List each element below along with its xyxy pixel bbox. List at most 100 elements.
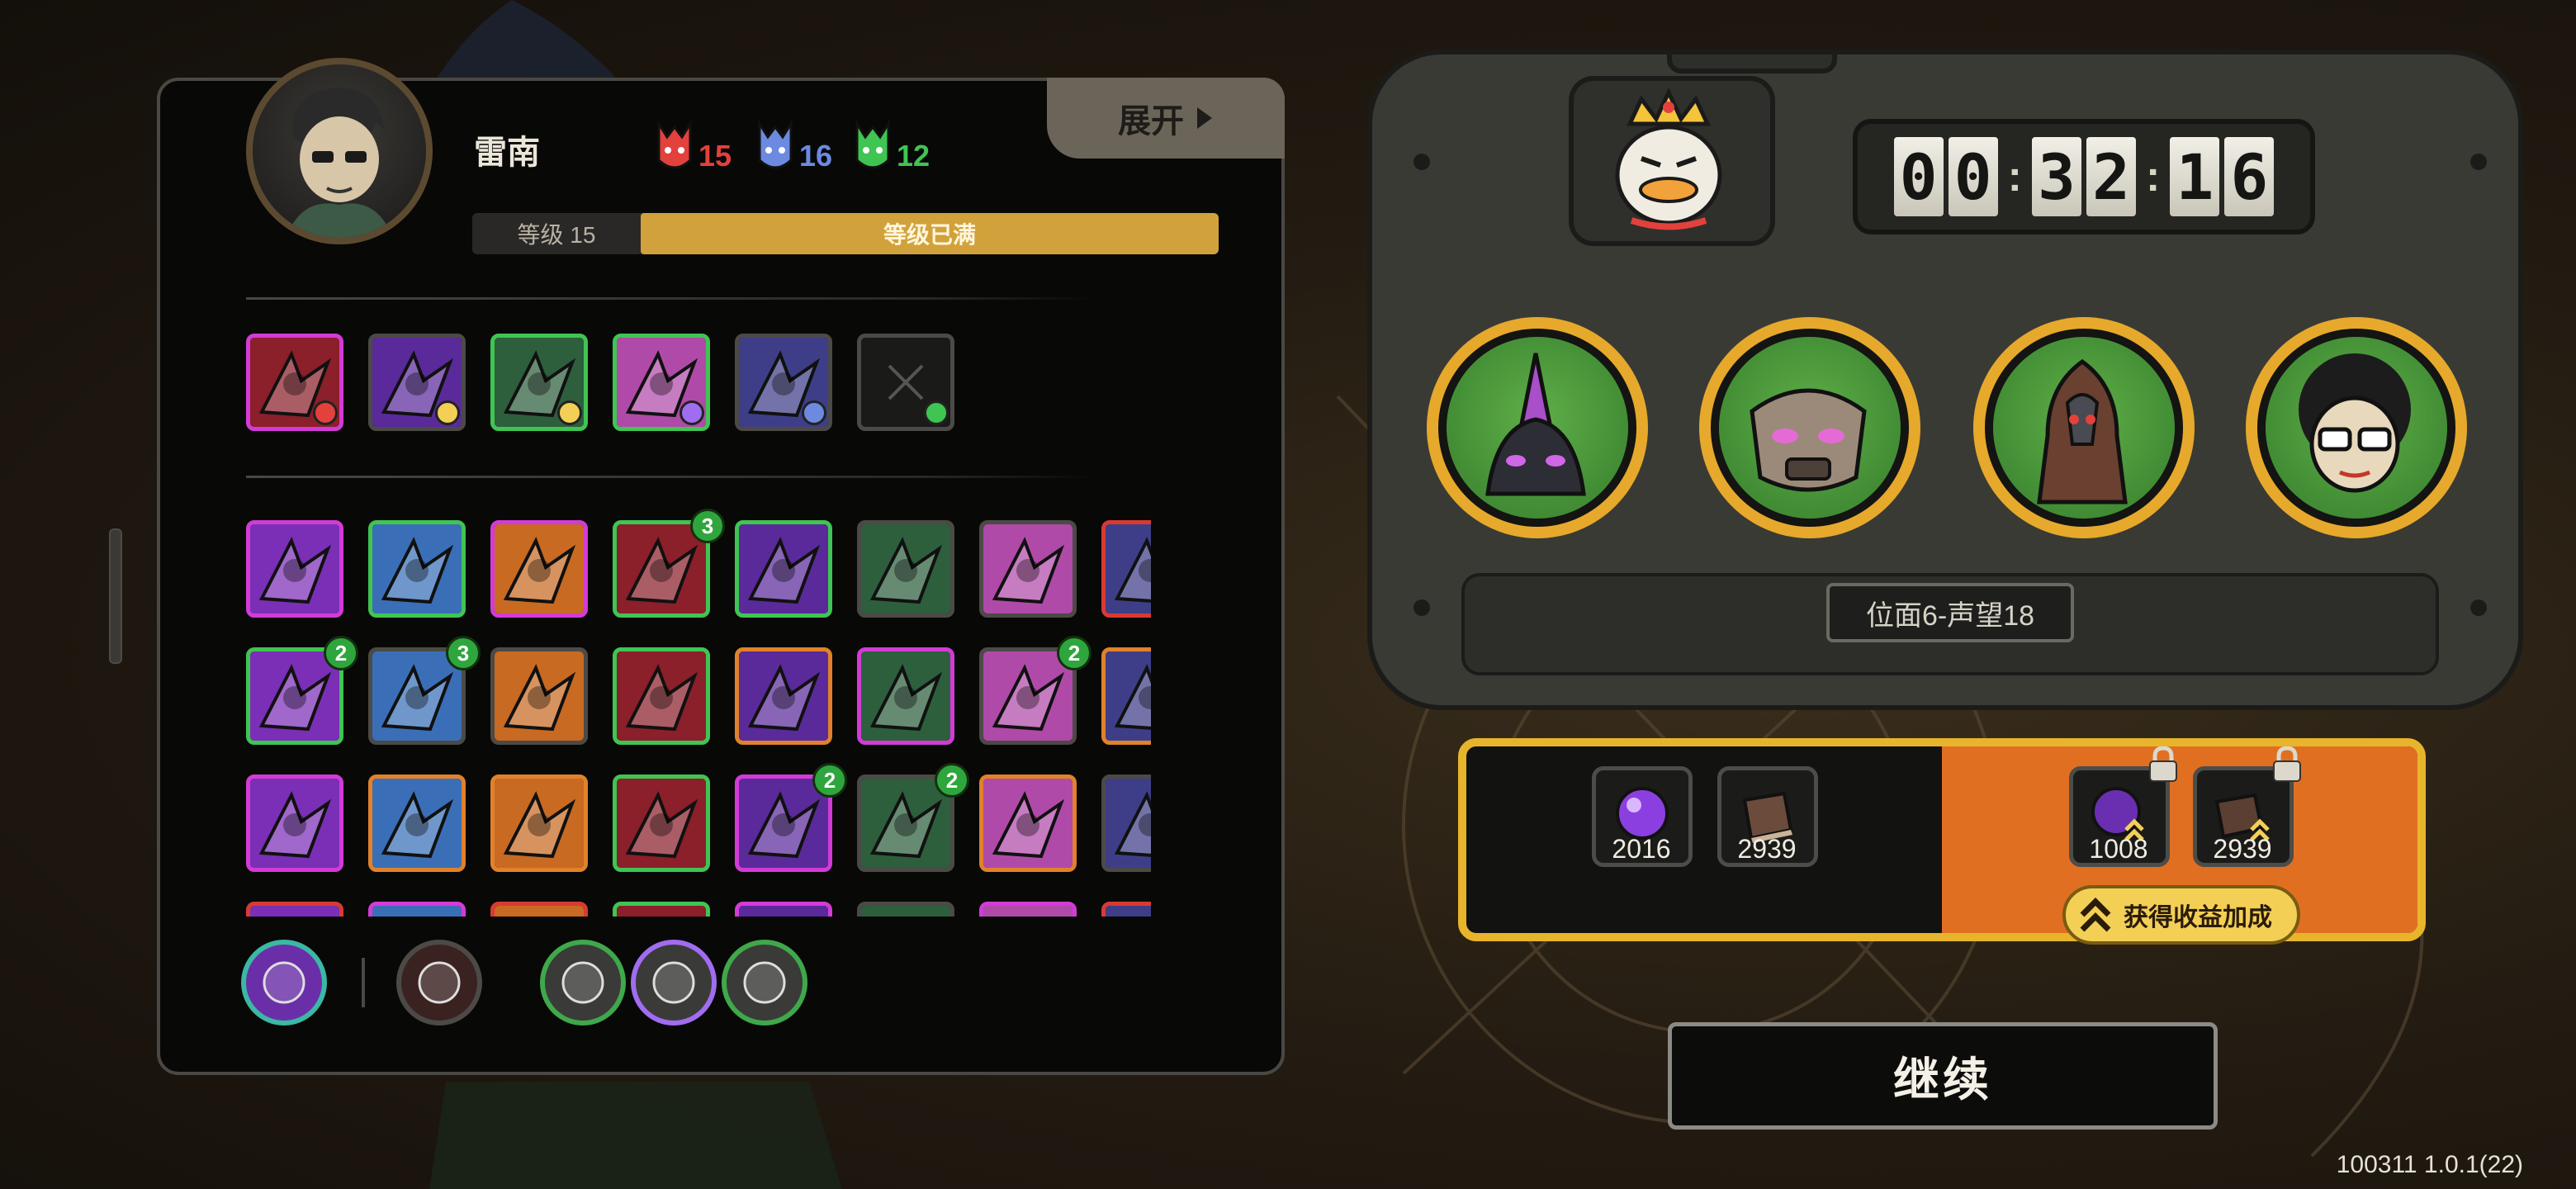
sun-gear-icon[interactable]: [490, 775, 588, 872]
attribute-blue: 16: [756, 119, 832, 175]
run-timer: 0 0 : 3 2 : 1 6: [1853, 119, 2315, 234]
purple-drop-icon[interactable]: [613, 334, 710, 431]
stack-count-badge: 3: [446, 636, 481, 670]
divider: [246, 297, 1096, 300]
enemy-portrait[interactable]: [1699, 317, 1920, 538]
attribute-green-value: 12: [897, 139, 930, 173]
character-panel: 雷南 15 16 12 展开 等级 15 等级已满 3 2 3 2 2 2: [157, 58, 1285, 1075]
gear-coin-icon[interactable]: [979, 520, 1077, 618]
slot-gem-icon: [680, 400, 704, 425]
crown-helm-icon[interactable]: [246, 775, 343, 872]
version-label: 100311 1.0.1(22): [2336, 1151, 2523, 1178]
slot-gem-icon: [557, 400, 582, 425]
play-arrow-icon: [1197, 107, 1212, 129]
continue-button[interactable]: 继续: [1668, 1022, 2218, 1130]
double-chevron-up-icon: [2080, 898, 2111, 932]
fire-hand-icon[interactable]: [246, 334, 343, 431]
red-knives-icon[interactable]: [1101, 520, 1151, 618]
blue-blade-icon[interactable]: [1101, 647, 1151, 745]
stack-count-badge: 3: [690, 509, 725, 543]
spiral-ability-icon[interactable]: [241, 940, 327, 1026]
stage-label: 位面6-声望18: [1826, 583, 2074, 642]
fang-icon[interactable]: [735, 647, 832, 745]
left-edge-handle[interactable]: [109, 528, 122, 664]
void-crystal-icon[interactable]: [368, 334, 466, 431]
purple-wave-icon[interactable]: [979, 775, 1077, 872]
enemy-portrait[interactable]: [1427, 317, 1648, 538]
enemy-portrait[interactable]: [2246, 317, 2467, 538]
blue-streak-icon[interactable]: [613, 775, 710, 872]
slot-gem-icon: [435, 400, 460, 425]
skill-grid: 3 2 3 2 2 2: [243, 504, 1151, 917]
vein-icon[interactable]: [735, 520, 832, 618]
attribute-blue-value: 16: [799, 139, 833, 173]
expand-label: 展开: [1118, 103, 1184, 140]
slot-gem-icon: [924, 400, 949, 425]
partial-3-icon[interactable]: [490, 902, 588, 917]
level-bar: 等级 15 等级已满: [472, 213, 1219, 254]
lock-icon: [2149, 746, 2177, 782]
purple-goo-icon[interactable]: [857, 647, 954, 745]
timer-digit: 2: [2086, 137, 2136, 216]
horned-dark-head-icon: [1485, 353, 1586, 496]
circuit-icon[interactable]: [490, 647, 588, 745]
rock-icon[interactable]: [368, 775, 466, 872]
attribute-green: 12: [854, 119, 930, 175]
partial-2-icon[interactable]: [368, 902, 466, 917]
masked-beast-icon: [1750, 388, 1867, 492]
bottom-bar-divider: [362, 958, 365, 1007]
get-bonus-button[interactable]: 获得收益加成: [2062, 885, 2300, 945]
hooded-bird-icon: [2037, 358, 2128, 504]
partial-7-icon[interactable]: [979, 902, 1077, 917]
blue-mask-icon: [758, 119, 793, 169]
triangle-token-icon[interactable]: [540, 940, 626, 1026]
timer-colon: :: [2146, 153, 2161, 201]
enemy-portrait[interactable]: [1973, 317, 2195, 538]
expand-button[interactable]: 展开: [1047, 78, 1285, 159]
attribute-red: 15: [656, 119, 732, 175]
heart-token-icon[interactable]: [631, 940, 717, 1026]
crossed-blades-icon[interactable]: [368, 520, 466, 618]
character-name: 雷南: [474, 135, 540, 171]
afro-glasses-icon: [2299, 353, 2411, 493]
crowned-duck-icon[interactable]: [1565, 76, 1772, 246]
timer-digit: 0: [1893, 137, 1944, 216]
dagger-icon[interactable]: [735, 334, 832, 431]
partial-8-icon[interactable]: [1101, 902, 1151, 917]
divider: [246, 476, 1096, 478]
reward-count: 2016: [1612, 834, 1671, 864]
flame-sword-icon[interactable]: [613, 647, 710, 745]
timer-digit: 3: [2032, 137, 2081, 216]
slot-gem-icon: [313, 400, 338, 425]
timer-digit: 0: [1948, 137, 1998, 216]
lock-icon: [2273, 746, 2301, 782]
hero-portrait-icon: [286, 88, 393, 238]
timer-colon: :: [2007, 153, 2022, 201]
bonus-reward-count: 2939: [2213, 834, 2272, 864]
empty-slot-icon[interactable]: [857, 334, 954, 431]
claw-ability-icon[interactable]: [396, 940, 482, 1026]
red-mask-icon: [657, 119, 692, 169]
stack-count-badge: 2: [1057, 636, 1091, 670]
slime-icon[interactable]: [857, 520, 954, 618]
partial-1-icon[interactable]: [246, 902, 343, 917]
level-status: 等级已满: [641, 213, 1219, 254]
attribute-red-value: 15: [698, 139, 732, 173]
light-burst-icon[interactable]: [1101, 775, 1151, 872]
stack-token-icon[interactable]: [722, 940, 807, 1026]
partial-6-icon[interactable]: [857, 902, 954, 917]
partial-5-icon[interactable]: [735, 902, 832, 917]
timer-digit: 1: [2170, 137, 2220, 216]
stack-count-badge: 2: [324, 636, 358, 670]
shatter-icon[interactable]: [246, 520, 343, 618]
level-label: 等级 15: [517, 222, 596, 248]
partial-4-icon[interactable]: [613, 902, 710, 917]
get-bonus-label: 获得收益加成: [2124, 904, 2272, 931]
gauntlet-lightning-icon[interactable]: [490, 520, 588, 618]
stack-count-badge: 2: [812, 763, 847, 798]
character-avatar[interactable]: [246, 58, 433, 244]
slot-gem-icon: [802, 400, 826, 425]
shield-lightning-icon[interactable]: [490, 334, 588, 431]
green-mask-icon: [855, 119, 890, 169]
timer-digit: 6: [2224, 137, 2275, 216]
